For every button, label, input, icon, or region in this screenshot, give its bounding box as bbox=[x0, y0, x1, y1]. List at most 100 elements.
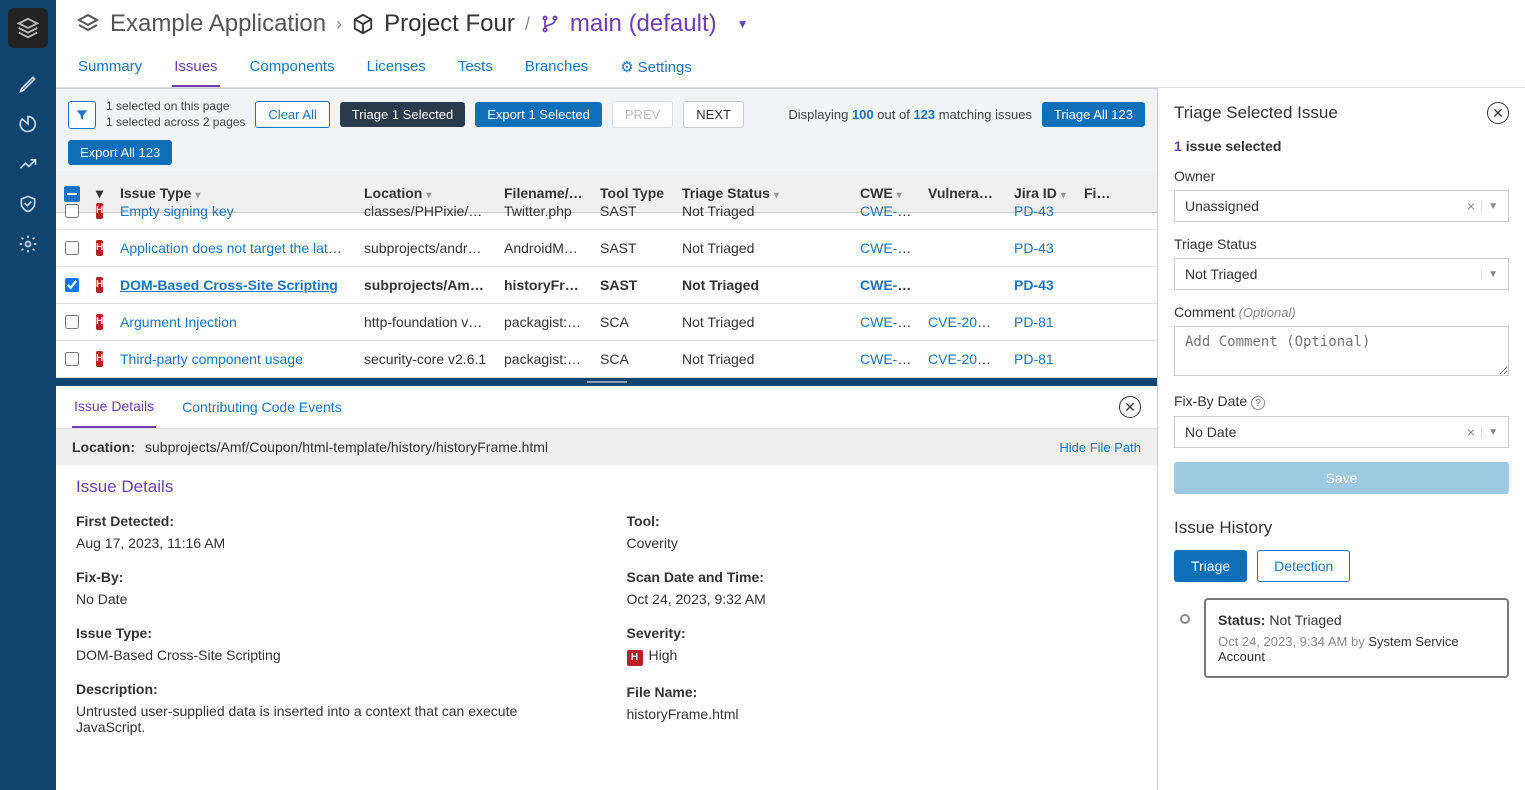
tab-licenses[interactable]: Licenses bbox=[365, 48, 428, 87]
issue-link[interactable]: Third-party component usage bbox=[120, 351, 303, 367]
cwe-link[interactable]: CWE-3… bbox=[860, 351, 919, 367]
export-selected-button[interactable]: Export 1 Selected bbox=[475, 102, 602, 127]
severity-badge: H bbox=[96, 314, 103, 330]
severity-badge: H bbox=[627, 650, 643, 666]
bc-app[interactable]: Example Application bbox=[110, 10, 326, 38]
table-row[interactable]: HDOM-Based Cross-Site Scriptingsubprojec… bbox=[56, 267, 1157, 304]
tab-branches[interactable]: Branches bbox=[523, 48, 590, 87]
issue-link[interactable]: DOM-Based Cross-Site Scripting bbox=[120, 277, 338, 293]
detail-heading: Issue Details bbox=[76, 477, 1137, 497]
cwe-link[interactable]: CWE-88 bbox=[860, 314, 913, 330]
location-label: Location: bbox=[72, 439, 135, 455]
caret-down-icon: ▼ bbox=[1481, 427, 1498, 438]
owner-label: Owner bbox=[1174, 168, 1509, 184]
row-checkbox[interactable] bbox=[65, 352, 79, 366]
hide-file-path-link[interactable]: Hide File Path bbox=[1059, 440, 1141, 455]
comment-textarea[interactable] bbox=[1174, 326, 1509, 376]
close-triage-icon[interactable]: ✕ bbox=[1487, 102, 1509, 124]
history-tab-triage[interactable]: Triage bbox=[1174, 550, 1247, 582]
branch-dropdown-caret[interactable]: ▼ bbox=[737, 17, 749, 31]
clear-fixby-icon[interactable]: × bbox=[1461, 424, 1481, 440]
issue-link[interactable]: Empty signing key bbox=[120, 203, 234, 219]
issues-toolbar: 1 selected on this page 1 selected acros… bbox=[56, 89, 1157, 175]
close-detail-icon[interactable]: ✕ bbox=[1119, 396, 1141, 418]
filter-button[interactable] bbox=[68, 101, 96, 129]
select-all-checkbox[interactable] bbox=[64, 186, 80, 202]
pen-icon[interactable] bbox=[8, 64, 48, 104]
help-icon[interactable]: ? bbox=[1251, 396, 1265, 410]
shield-icon[interactable] bbox=[8, 184, 48, 224]
issues-table: ▾ Issue Type▾ Location▾ Filename/Origin … bbox=[56, 175, 1157, 378]
clear-owner-icon[interactable]: × bbox=[1461, 198, 1481, 214]
triage-status-select[interactable]: Not Triaged ▼ bbox=[1174, 258, 1509, 290]
app-logo[interactable] bbox=[8, 8, 48, 48]
prev-button: PREV bbox=[612, 101, 673, 128]
nav-tabs: Summary Issues Components Licenses Tests… bbox=[56, 48, 1525, 88]
severity-badge: H bbox=[96, 240, 103, 256]
issue-link[interactable]: Application does not target the latest… bbox=[120, 240, 356, 256]
comment-label: Comment (Optional) bbox=[1174, 304, 1509, 320]
row-checkbox[interactable] bbox=[65, 241, 79, 255]
caret-down-icon: ▼ bbox=[1481, 201, 1498, 212]
caret-down-icon: ▼ bbox=[1481, 269, 1498, 280]
cwe-link[interactable]: CWE-1… bbox=[860, 240, 919, 256]
tab-tests[interactable]: Tests bbox=[456, 48, 495, 87]
pie-icon[interactable] bbox=[8, 104, 48, 144]
resize-handle[interactable] bbox=[56, 378, 1157, 386]
timeline-dot-icon bbox=[1180, 614, 1190, 624]
detail-tab-code[interactable]: Contributing Code Events bbox=[180, 387, 344, 427]
severity-badge: H bbox=[96, 351, 103, 367]
table-row[interactable]: HArgument Injectionhttp-foundation v…pac… bbox=[56, 304, 1157, 341]
tab-components[interactable]: Components bbox=[248, 48, 337, 87]
gear-icon[interactable] bbox=[8, 224, 48, 264]
row-checkbox[interactable] bbox=[65, 315, 79, 329]
jira-link[interactable]: PD-43 bbox=[1014, 240, 1054, 256]
left-nav-rail bbox=[0, 0, 56, 790]
severity-badge: H bbox=[96, 277, 103, 293]
jira-link[interactable]: PD-81 bbox=[1014, 351, 1054, 367]
layers-icon bbox=[76, 12, 100, 36]
detail-tab-issue[interactable]: Issue Details bbox=[72, 386, 156, 428]
issue-link[interactable]: Argument Injection bbox=[120, 314, 237, 330]
table-row[interactable]: HThird-party component usagesecurity-cor… bbox=[56, 341, 1157, 378]
cwe-link[interactable]: CWE-3… bbox=[860, 203, 919, 219]
history-tab-detection[interactable]: Detection bbox=[1257, 550, 1350, 582]
triage-all-button[interactable]: Triage All 123 bbox=[1042, 102, 1145, 127]
fixby-label: Fix-By Date? bbox=[1174, 393, 1509, 410]
clear-all-button[interactable]: Clear All bbox=[255, 101, 329, 128]
bc-project[interactable]: Project Four bbox=[384, 10, 515, 38]
trend-icon[interactable] bbox=[8, 144, 48, 184]
triage-selected-button[interactable]: Triage 1 Selected bbox=[340, 102, 465, 127]
fixby-select[interactable]: No Date × ▼ bbox=[1174, 416, 1509, 448]
triage-panel: Triage Selected Issue ✕ 1 issue selected… bbox=[1157, 88, 1525, 790]
gear-icon-small: ⚙ bbox=[620, 59, 633, 76]
triage-selection-count: 1 issue selected bbox=[1174, 138, 1509, 154]
owner-select[interactable]: Unassigned × ▼ bbox=[1174, 190, 1509, 222]
selection-info: 1 selected on this page 1 selected acros… bbox=[106, 99, 245, 130]
row-checkbox[interactable] bbox=[65, 204, 79, 218]
bc-branch[interactable]: main (default) bbox=[570, 10, 717, 38]
tab-summary[interactable]: Summary bbox=[76, 48, 144, 87]
tab-issues[interactable]: Issues bbox=[172, 48, 219, 87]
location-path: subprojects/Amf/Coupon/html-template/his… bbox=[145, 439, 548, 455]
issue-detail-panel: Issue Details Contributing Code Events ✕… bbox=[56, 386, 1157, 790]
jira-link[interactable]: PD-81 bbox=[1014, 314, 1054, 330]
cwe-link[interactable]: CWE-79 bbox=[860, 277, 913, 293]
tab-settings[interactable]: ⚙Settings bbox=[618, 48, 694, 87]
breadcrumb: Example Application › Project Four / mai… bbox=[56, 0, 1525, 48]
triage-panel-title: Triage Selected Issue bbox=[1174, 103, 1338, 123]
severity-badge: H bbox=[96, 203, 103, 219]
vuln-link[interactable]: CVE-2016-19 bbox=[928, 351, 1006, 367]
export-all-button[interactable]: Export All 123 bbox=[68, 140, 172, 165]
next-button[interactable]: NEXT bbox=[683, 101, 744, 128]
branch-icon bbox=[540, 14, 560, 34]
chevron-right-icon: › bbox=[336, 14, 342, 35]
table-row[interactable]: H Application does not target the latest…… bbox=[56, 230, 1157, 267]
jira-link[interactable]: PD-43 bbox=[1014, 203, 1054, 219]
history-item: Status: Not Triaged Oct 24, 2023, 9:34 A… bbox=[1204, 598, 1509, 678]
cube-icon bbox=[352, 13, 374, 35]
vuln-link[interactable]: CVE-2019-18 bbox=[928, 314, 1006, 330]
row-checkbox[interactable] bbox=[65, 278, 79, 292]
jira-link[interactable]: PD-43 bbox=[1014, 277, 1054, 293]
history-title: Issue History bbox=[1174, 518, 1509, 538]
